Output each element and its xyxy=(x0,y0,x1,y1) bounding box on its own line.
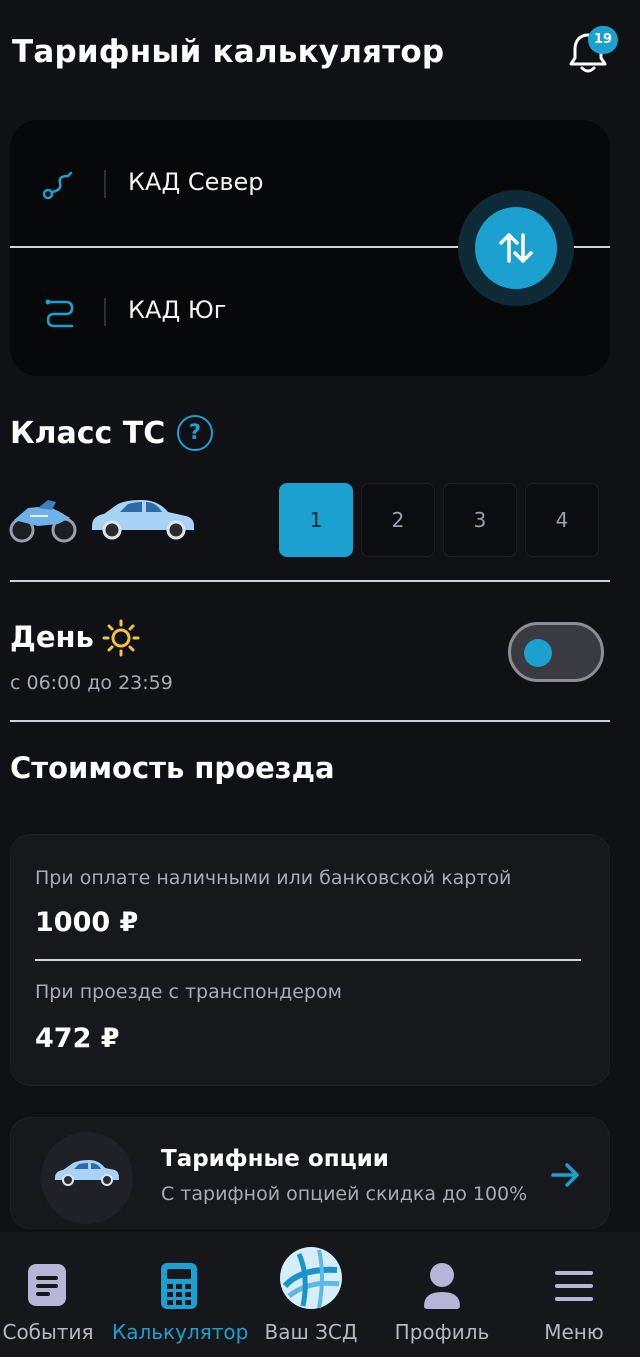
notification-badge: 19 xyxy=(588,26,618,54)
class-option-2[interactable]: 2 xyxy=(361,483,435,557)
route-from-text: КАД Север xyxy=(128,168,264,196)
price-card: При оплате наличными или банковской карт… xyxy=(10,834,610,1086)
class-option-1[interactable]: 1 xyxy=(279,483,353,557)
nav-label-your-zsd: Ваш ЗСД xyxy=(264,1320,358,1344)
route-end-icon xyxy=(45,299,74,328)
transponder-price-value: 472 ₽ xyxy=(35,1023,120,1054)
nav-label-calculator: Калькулятор xyxy=(112,1320,249,1344)
nav-item-menu[interactable]: Меню xyxy=(528,1232,620,1357)
cash-price-value: 1000 ₽ xyxy=(35,907,139,938)
page-title: Тарифный калькулятор xyxy=(12,34,445,70)
transponder-price-label: При проезде с транспондером xyxy=(35,981,342,1003)
nav-item-your-zsd[interactable]: Ваш ЗСД xyxy=(254,1232,368,1357)
motorcycle-icon xyxy=(9,500,77,543)
swap-arrows-icon xyxy=(499,233,533,263)
car-icon xyxy=(92,500,194,540)
globe-logo-icon xyxy=(280,1247,342,1309)
separator xyxy=(104,298,106,326)
section-divider xyxy=(10,580,610,582)
cost-title: Стоимость проезда xyxy=(10,751,335,785)
tariff-options-subtitle: С тарифной опцией скидка до 100% xyxy=(161,1183,528,1205)
class-option-3[interactable]: 3 xyxy=(443,483,517,557)
hamburger-icon xyxy=(555,1271,593,1301)
day-night-toggle[interactable] xyxy=(508,622,604,682)
document-icon xyxy=(28,1264,66,1306)
tariff-options-card[interactable]: Тарифные опции С тарифной опцией скидка … xyxy=(10,1117,610,1229)
person-icon xyxy=(424,1263,460,1309)
nav-item-events[interactable]: События xyxy=(0,1232,96,1357)
nav-item-profile[interactable]: Профиль xyxy=(384,1232,500,1357)
route-start-icon xyxy=(42,171,73,200)
cash-price-label: При оплате наличными или банковской карт… xyxy=(35,867,512,889)
nav-label-profile: Профиль xyxy=(394,1320,490,1344)
swap-route-button[interactable] xyxy=(475,207,557,289)
options-illustration xyxy=(41,1132,133,1224)
nav-label-events: События xyxy=(2,1320,94,1344)
calculator-icon xyxy=(161,1263,197,1309)
route-card: КАД Север КАД Юг xyxy=(10,120,610,376)
car-icon xyxy=(55,1160,119,1186)
class-option-4[interactable]: 4 xyxy=(525,483,599,557)
day-mode-title: День xyxy=(10,620,94,654)
nav-label-menu: Меню xyxy=(544,1320,604,1344)
tariff-options-title: Тарифные опции xyxy=(161,1146,389,1172)
bottom-navigation: События Калькулятор Ваш ЗСД Профиль Меню xyxy=(0,1232,640,1357)
vehicle-class-title: Класс ТС xyxy=(10,416,166,451)
route-to-text: КАД Юг xyxy=(128,296,227,324)
toggle-knob xyxy=(524,639,552,667)
section-divider xyxy=(10,720,610,722)
vehicle-illustrations xyxy=(9,500,194,543)
help-icon[interactable]: ? xyxy=(177,415,213,451)
day-hours-text: с 06:00 до 23:59 xyxy=(10,672,173,694)
notifications-button[interactable]: 19 xyxy=(562,26,618,80)
sun-icon xyxy=(102,619,140,657)
app-header: Тарифный калькулятор 19 xyxy=(0,0,640,104)
separator xyxy=(104,170,106,198)
price-divider xyxy=(35,959,581,961)
nav-item-calculator[interactable]: Калькулятор xyxy=(112,1232,249,1357)
arrow-right-icon xyxy=(551,1163,579,1187)
